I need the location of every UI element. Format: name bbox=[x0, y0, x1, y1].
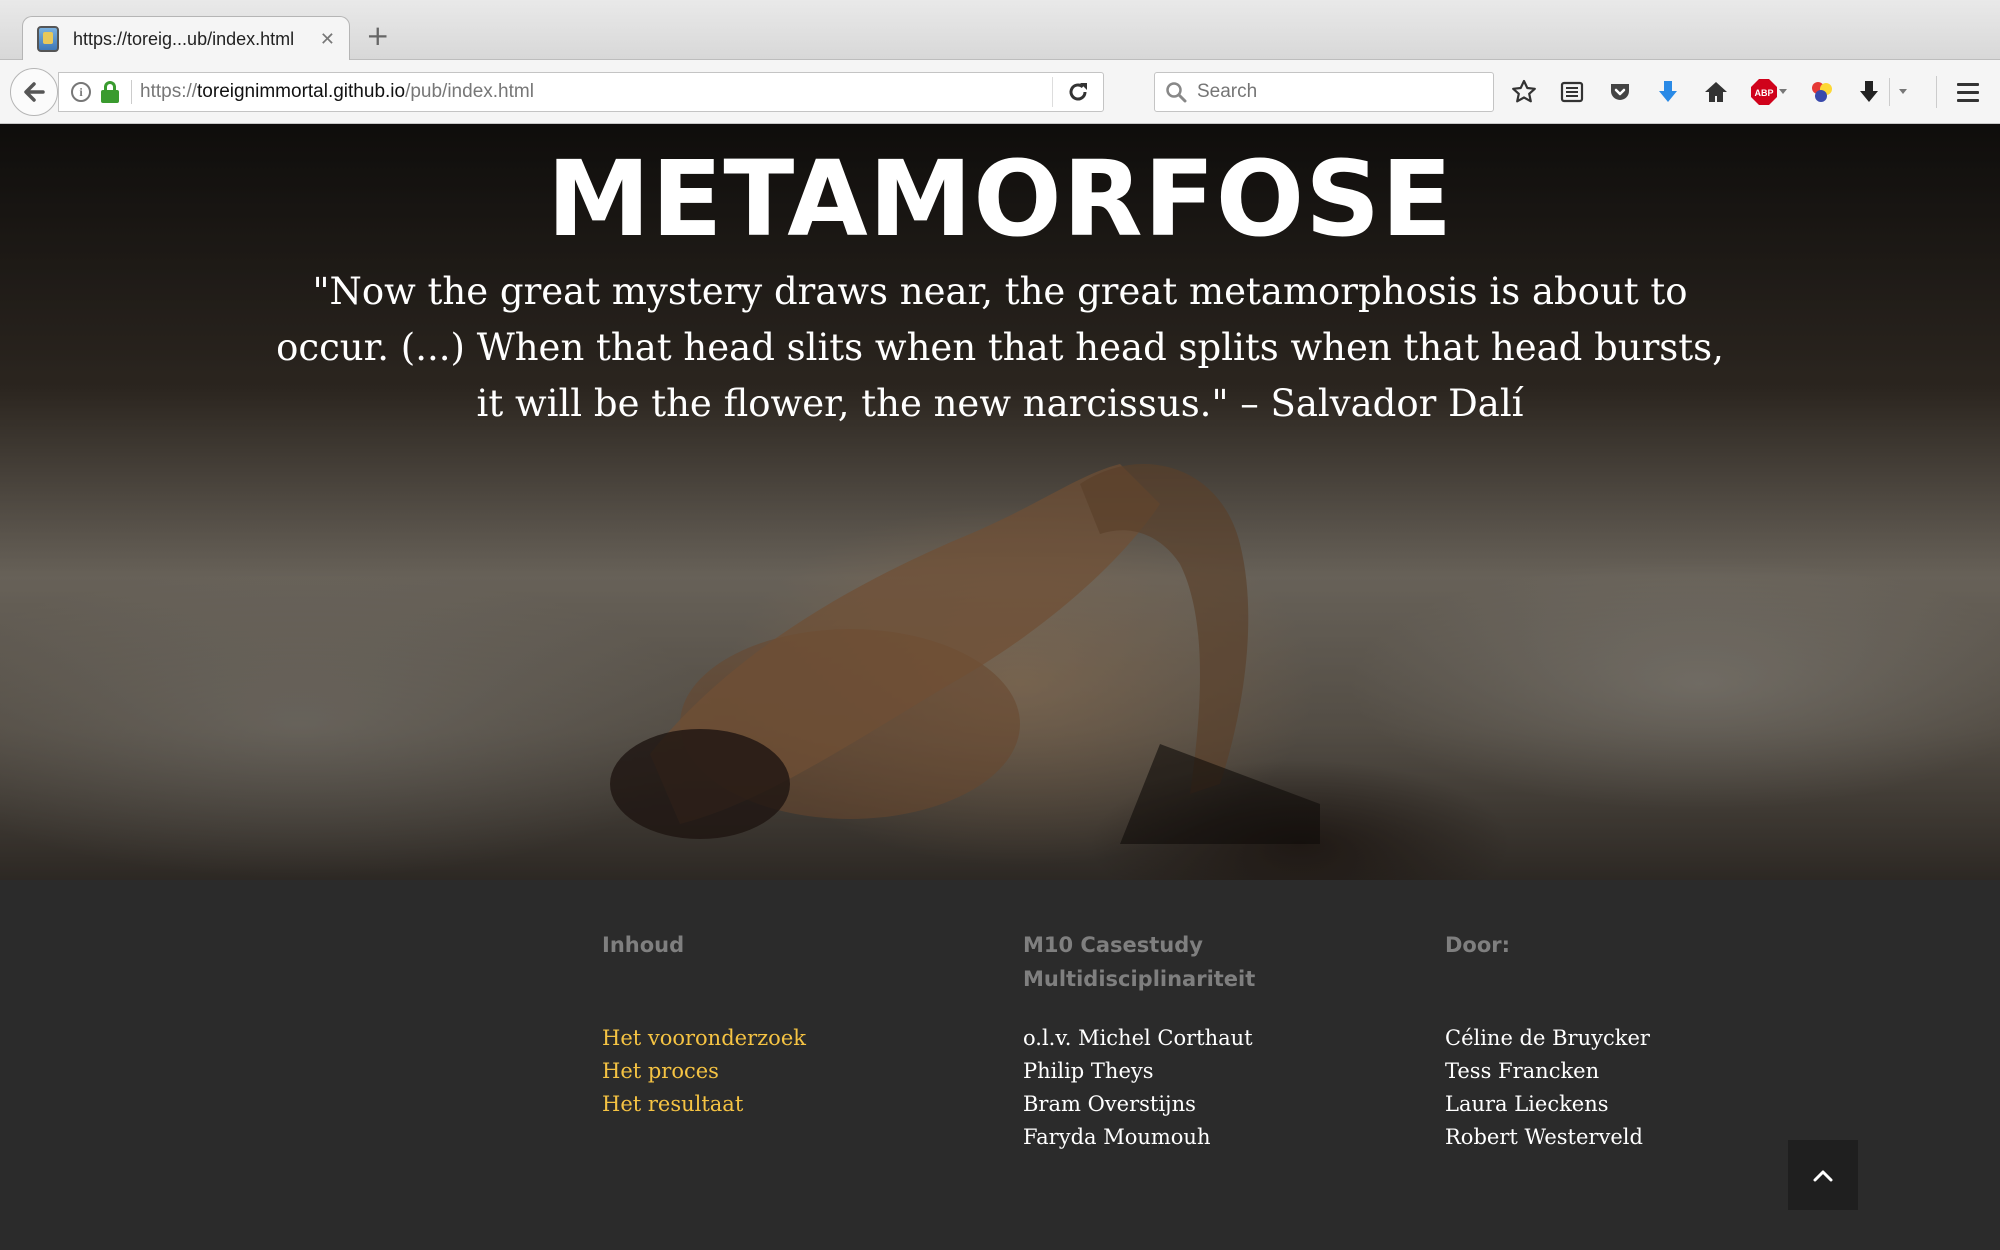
hamburger-menu-icon[interactable] bbox=[1950, 74, 1986, 110]
site-favicon-icon bbox=[37, 26, 59, 52]
hero-quote: "Now the great mystery draws near, the g… bbox=[276, 270, 1724, 425]
footer: Inhoud Het vooronderzoek Het proces Het … bbox=[0, 880, 2000, 1250]
pocket-icon[interactable] bbox=[1602, 74, 1638, 110]
list-item: Faryda Moumouh bbox=[1023, 1125, 1211, 1149]
tab-close-icon[interactable]: ✕ bbox=[320, 29, 335, 50]
chevron-down-icon bbox=[1898, 89, 1907, 94]
download-blue-icon[interactable] bbox=[1650, 74, 1686, 110]
svg-text:ABP: ABP bbox=[1754, 88, 1773, 98]
footer-link-vooronderzoek[interactable]: Het vooronderzoek bbox=[602, 1022, 806, 1055]
footer-heading: Door: bbox=[1445, 933, 1511, 957]
list-item: Robert Westerveld bbox=[1445, 1125, 1643, 1149]
footer-link-proces[interactable]: Het proces bbox=[602, 1055, 806, 1088]
reload-icon[interactable] bbox=[1053, 73, 1103, 111]
browser-tab[interactable]: https://toreig...ub/index.html ✕ bbox=[22, 16, 350, 61]
reading-list-icon[interactable] bbox=[1554, 74, 1590, 110]
footer-column-contents: Inhoud Het vooronderzoek Het proces Het … bbox=[602, 928, 806, 1116]
page-title: METAMORFOSE bbox=[546, 138, 1454, 260]
search-input[interactable] bbox=[1197, 81, 1477, 103]
back-arrow-icon bbox=[24, 82, 45, 102]
list-item: o.l.v. Michel Corthaut bbox=[1023, 1026, 1253, 1050]
list-item: Tess Francken bbox=[1445, 1059, 1600, 1083]
list-item: Bram Overstijns bbox=[1023, 1092, 1196, 1116]
navigation-toolbar: i https://toreignimmortal.github.io/pub/… bbox=[0, 60, 2000, 124]
chevron-down-icon bbox=[1779, 89, 1787, 94]
hero-section: METAMORFOSE "Now the great mystery draws… bbox=[0, 124, 2000, 880]
bookmark-star-icon[interactable] bbox=[1506, 74, 1542, 110]
new-tab-button[interactable]: + bbox=[366, 22, 389, 50]
home-icon[interactable] bbox=[1698, 74, 1734, 110]
footer-heading: M10 Casestudy Multidisciplinariteit bbox=[1023, 933, 1256, 991]
back-button[interactable] bbox=[10, 68, 58, 116]
chevron-up-icon bbox=[1813, 1170, 1833, 1182]
address-bar[interactable]: i https://toreignimmortal.github.io/pub/… bbox=[58, 72, 1104, 112]
url-text[interactable]: https://toreignimmortal.github.io/pub/in… bbox=[140, 81, 1052, 103]
list-item: Laura Lieckens bbox=[1445, 1092, 1609, 1116]
search-bar[interactable] bbox=[1154, 72, 1494, 112]
info-icon[interactable]: i bbox=[71, 82, 91, 102]
footer-link-resultaat[interactable]: Het resultaat bbox=[602, 1088, 806, 1121]
list-item: Philip Theys bbox=[1023, 1059, 1154, 1083]
tab-title: https://toreig...ub/index.html bbox=[73, 28, 295, 49]
download-icon[interactable] bbox=[1852, 74, 1912, 110]
lock-icon bbox=[101, 81, 119, 103]
scroll-to-top-button[interactable] bbox=[1788, 1140, 1858, 1210]
footer-column-authors: Door: Céline de Bruycker Tess Francken L… bbox=[1445, 928, 1650, 1149]
search-icon bbox=[1166, 82, 1187, 103]
tab-strip: https://toreig...ub/index.html ✕ + bbox=[0, 0, 2000, 61]
list-item: Céline de Bruycker bbox=[1445, 1026, 1650, 1050]
footer-heading: Inhoud bbox=[602, 933, 685, 957]
toolbar-icons: ABP bbox=[1506, 74, 1924, 110]
adblock-icon[interactable]: ABP bbox=[1746, 74, 1792, 110]
footer-column-casestudy: M10 Casestudy Multidisciplinariteit o.l.… bbox=[1023, 928, 1283, 1149]
colorful-extension-icon[interactable] bbox=[1804, 74, 1840, 110]
